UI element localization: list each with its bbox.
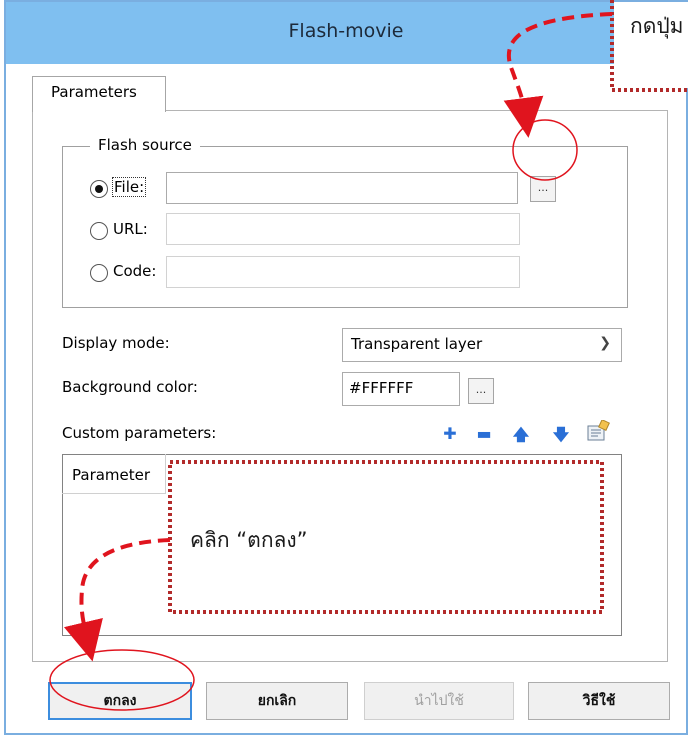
properties-icon[interactable]: [586, 419, 612, 442]
dialog-title: Flash-movie: [288, 20, 404, 42]
custom-parameters-label: Custom parameters:: [62, 424, 217, 442]
remove-icon[interactable]: ▬: [475, 424, 493, 443]
display-mode-value: Transparent layer: [351, 335, 483, 353]
radio-url-label[interactable]: URL:: [113, 220, 148, 238]
move-up-icon[interactable]: 🡅: [512, 424, 530, 451]
radio-code[interactable]: [90, 264, 108, 282]
ok-button[interactable]: ตกลง: [48, 682, 192, 720]
browse-file-button[interactable]: ...: [530, 176, 556, 202]
code-input[interactable]: [166, 256, 520, 288]
cancel-button[interactable]: ยกเลิก: [206, 682, 348, 720]
help-button[interactable]: วิธีใช้: [528, 682, 670, 720]
background-color-input[interactable]: #FFFFFF: [342, 372, 460, 406]
file-input[interactable]: [166, 172, 518, 204]
radio-url[interactable]: [90, 222, 108, 240]
top-callout-text: กดปุ่ม: [630, 14, 684, 38]
color-picker-button[interactable]: ...: [468, 378, 494, 404]
title-bar[interactable]: Flash-movie: [6, 2, 686, 64]
parameter-column-header[interactable]: Parameter: [62, 454, 166, 494]
add-icon[interactable]: ✚: [441, 424, 459, 443]
display-mode-select[interactable]: Transparent layer ❯: [342, 328, 622, 362]
display-mode-label: Display mode:: [62, 334, 170, 352]
apply-button[interactable]: นำไปใช้: [364, 682, 514, 720]
chevron-down-icon: ❯: [599, 335, 611, 351]
url-input[interactable]: [166, 213, 520, 245]
radio-code-label[interactable]: Code:: [113, 262, 156, 280]
middle-callout-text: คลิก “ตกลง”: [190, 528, 308, 552]
background-color-label: Background color:: [62, 378, 198, 396]
tab-parameters[interactable]: Parameters: [32, 76, 166, 112]
radio-file-label[interactable]: File:: [111, 177, 147, 197]
flash-source-legend: Flash source: [90, 136, 200, 154]
radio-file[interactable]: [90, 180, 108, 198]
move-down-icon[interactable]: 🡇: [552, 424, 570, 451]
